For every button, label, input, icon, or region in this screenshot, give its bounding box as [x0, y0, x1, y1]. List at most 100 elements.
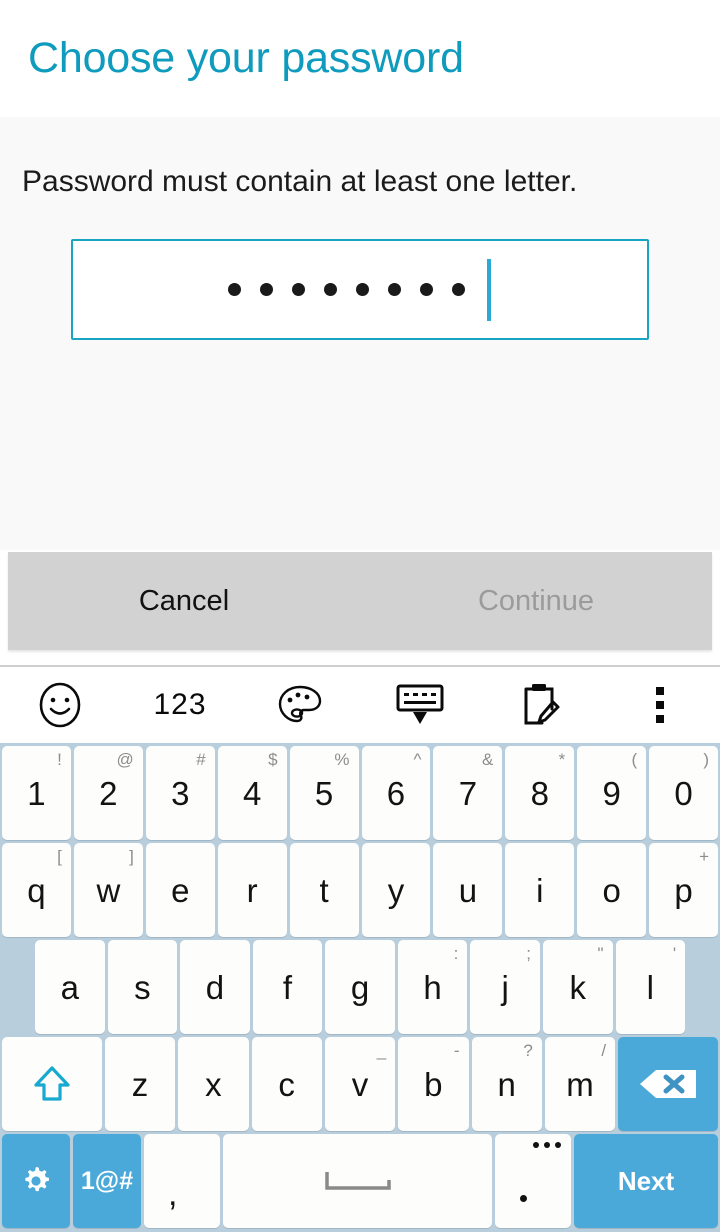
- key-i[interactable]: i: [505, 843, 575, 937]
- shift-key[interactable]: [2, 1037, 102, 1131]
- key-label: 8: [530, 774, 549, 812]
- palette-icon[interactable]: [240, 683, 360, 727]
- key-m[interactable]: / m: [544, 1037, 616, 1131]
- key-u[interactable]: u: [433, 843, 503, 937]
- key-sup: ]: [129, 847, 134, 866]
- clipboard-edit-icon[interactable]: [480, 681, 600, 729]
- hide-keyboard-icon[interactable]: [360, 682, 480, 728]
- key-b[interactable]: -b: [398, 1037, 469, 1131]
- content-area: Password must contain at least one lette…: [0, 117, 720, 550]
- text-caret: [486, 258, 491, 321]
- numbers-123-icon[interactable]: 123: [120, 688, 240, 722]
- key-4[interactable]: $4: [217, 746, 287, 840]
- key-sup: _: [376, 1041, 387, 1060]
- mask-dot: [387, 283, 401, 296]
- key-label: g: [350, 968, 370, 1006]
- key-label: q: [27, 871, 46, 909]
- key-label: Next: [617, 1166, 675, 1196]
- key-sup: !: [57, 750, 62, 769]
- enter-key[interactable]: Next: [574, 1134, 718, 1228]
- key-s[interactable]: s: [107, 940, 178, 1034]
- key-f[interactable]: f: [252, 940, 323, 1034]
- key-label: t: [319, 871, 329, 909]
- key-e[interactable]: e: [145, 843, 215, 937]
- key-sup: :: [453, 944, 459, 963]
- keyboard-row-home: a s d f g :h ; j " k ' l: [2, 940, 718, 1034]
- overflow-menu-icon[interactable]: [600, 682, 720, 728]
- key-n[interactable]: ? n: [471, 1037, 542, 1131]
- key-sup: +: [699, 847, 710, 866]
- key-sup: ': [672, 944, 677, 963]
- key-label: e: [171, 871, 190, 909]
- key-x[interactable]: x: [178, 1037, 249, 1131]
- key-w[interactable]: ] w: [73, 843, 143, 937]
- key-label: v: [351, 1065, 369, 1103]
- key-c[interactable]: c: [251, 1037, 322, 1131]
- password-setup-screen: Choose your password Password must conta…: [0, 0, 720, 1232]
- key-7[interactable]: & 7: [433, 746, 503, 840]
- key-8[interactable]: * 8: [505, 746, 575, 840]
- key-sup: -: [453, 1041, 460, 1060]
- key-label: 7: [458, 774, 478, 812]
- password-field-wrapper: [0, 239, 720, 340]
- key-label: 3: [171, 774, 190, 812]
- key-l[interactable]: ' l: [615, 940, 686, 1034]
- more-symbols-indicator: [533, 1142, 561, 1148]
- continue-button[interactable]: Continue: [360, 552, 712, 650]
- emoji-icon[interactable]: [0, 682, 120, 728]
- key-d[interactable]: d: [180, 940, 250, 1034]
- key-k[interactable]: " k: [542, 940, 613, 1034]
- password-input[interactable]: [71, 239, 649, 340]
- key-r[interactable]: r: [217, 843, 287, 937]
- key-0[interactable]: ) 0: [649, 746, 719, 840]
- period-key[interactable]: [495, 1134, 571, 1228]
- key-h[interactable]: :h: [397, 940, 468, 1034]
- key-p[interactable]: + p: [649, 843, 719, 937]
- screen-header: Choose your password: [0, 0, 720, 117]
- key-z[interactable]: z: [104, 1037, 176, 1131]
- key-3[interactable]: #3: [145, 746, 215, 840]
- key-label: 4: [242, 774, 262, 812]
- key-sup: $: [268, 750, 278, 769]
- key-sup: ^: [413, 750, 422, 769]
- backspace-key[interactable]: [618, 1037, 719, 1131]
- key-label: l: [646, 968, 654, 1006]
- keyboard-row-qwerty: [q ] w e r t y u i o + p: [2, 843, 719, 937]
- key-9[interactable]: (9: [577, 746, 647, 840]
- password-mask-dots: [227, 283, 465, 296]
- key-j[interactable]: ; j: [470, 940, 540, 1034]
- key-label: 0: [674, 774, 693, 812]
- key-a[interactable]: a: [35, 940, 105, 1034]
- action-bar: Cancel Continue: [8, 552, 712, 650]
- space-key[interactable]: [223, 1134, 492, 1228]
- key-g[interactable]: g: [325, 940, 395, 1034]
- key-label: w: [96, 871, 121, 909]
- cancel-button[interactable]: Cancel: [8, 552, 360, 650]
- key-o[interactable]: o: [577, 843, 647, 937]
- key-label: z: [131, 1065, 149, 1103]
- key-sup: ;: [526, 944, 531, 963]
- key-sup: &: [482, 750, 494, 769]
- key-label: 9: [602, 774, 621, 812]
- key-label: y: [387, 871, 405, 909]
- key-y[interactable]: y: [361, 843, 431, 937]
- key-t[interactable]: t: [289, 843, 359, 937]
- comma-key[interactable]: ,: [144, 1134, 220, 1228]
- key-v[interactable]: _ v: [324, 1037, 396, 1131]
- symbols-key[interactable]: 1@#: [73, 1134, 141, 1228]
- key-1[interactable]: ! 1: [2, 746, 71, 840]
- mask-dot: [259, 283, 273, 296]
- key-label: m: [566, 1065, 594, 1103]
- settings-key[interactable]: [2, 1134, 70, 1228]
- key-2[interactable]: @2: [73, 746, 143, 840]
- key-5[interactable]: % 5: [289, 746, 359, 840]
- key-label: b: [424, 1065, 443, 1103]
- key-label: d: [205, 968, 225, 1006]
- gear-icon: [25, 1167, 49, 1192]
- validation-message: Password must contain at least one lette…: [22, 165, 578, 198]
- shift-arrow-icon: [34, 1066, 70, 1101]
- key-q[interactable]: [q: [2, 843, 71, 937]
- key-sup: /: [601, 1041, 607, 1060]
- key-sup: #: [196, 750, 206, 769]
- key-6[interactable]: ^ 6: [361, 746, 431, 840]
